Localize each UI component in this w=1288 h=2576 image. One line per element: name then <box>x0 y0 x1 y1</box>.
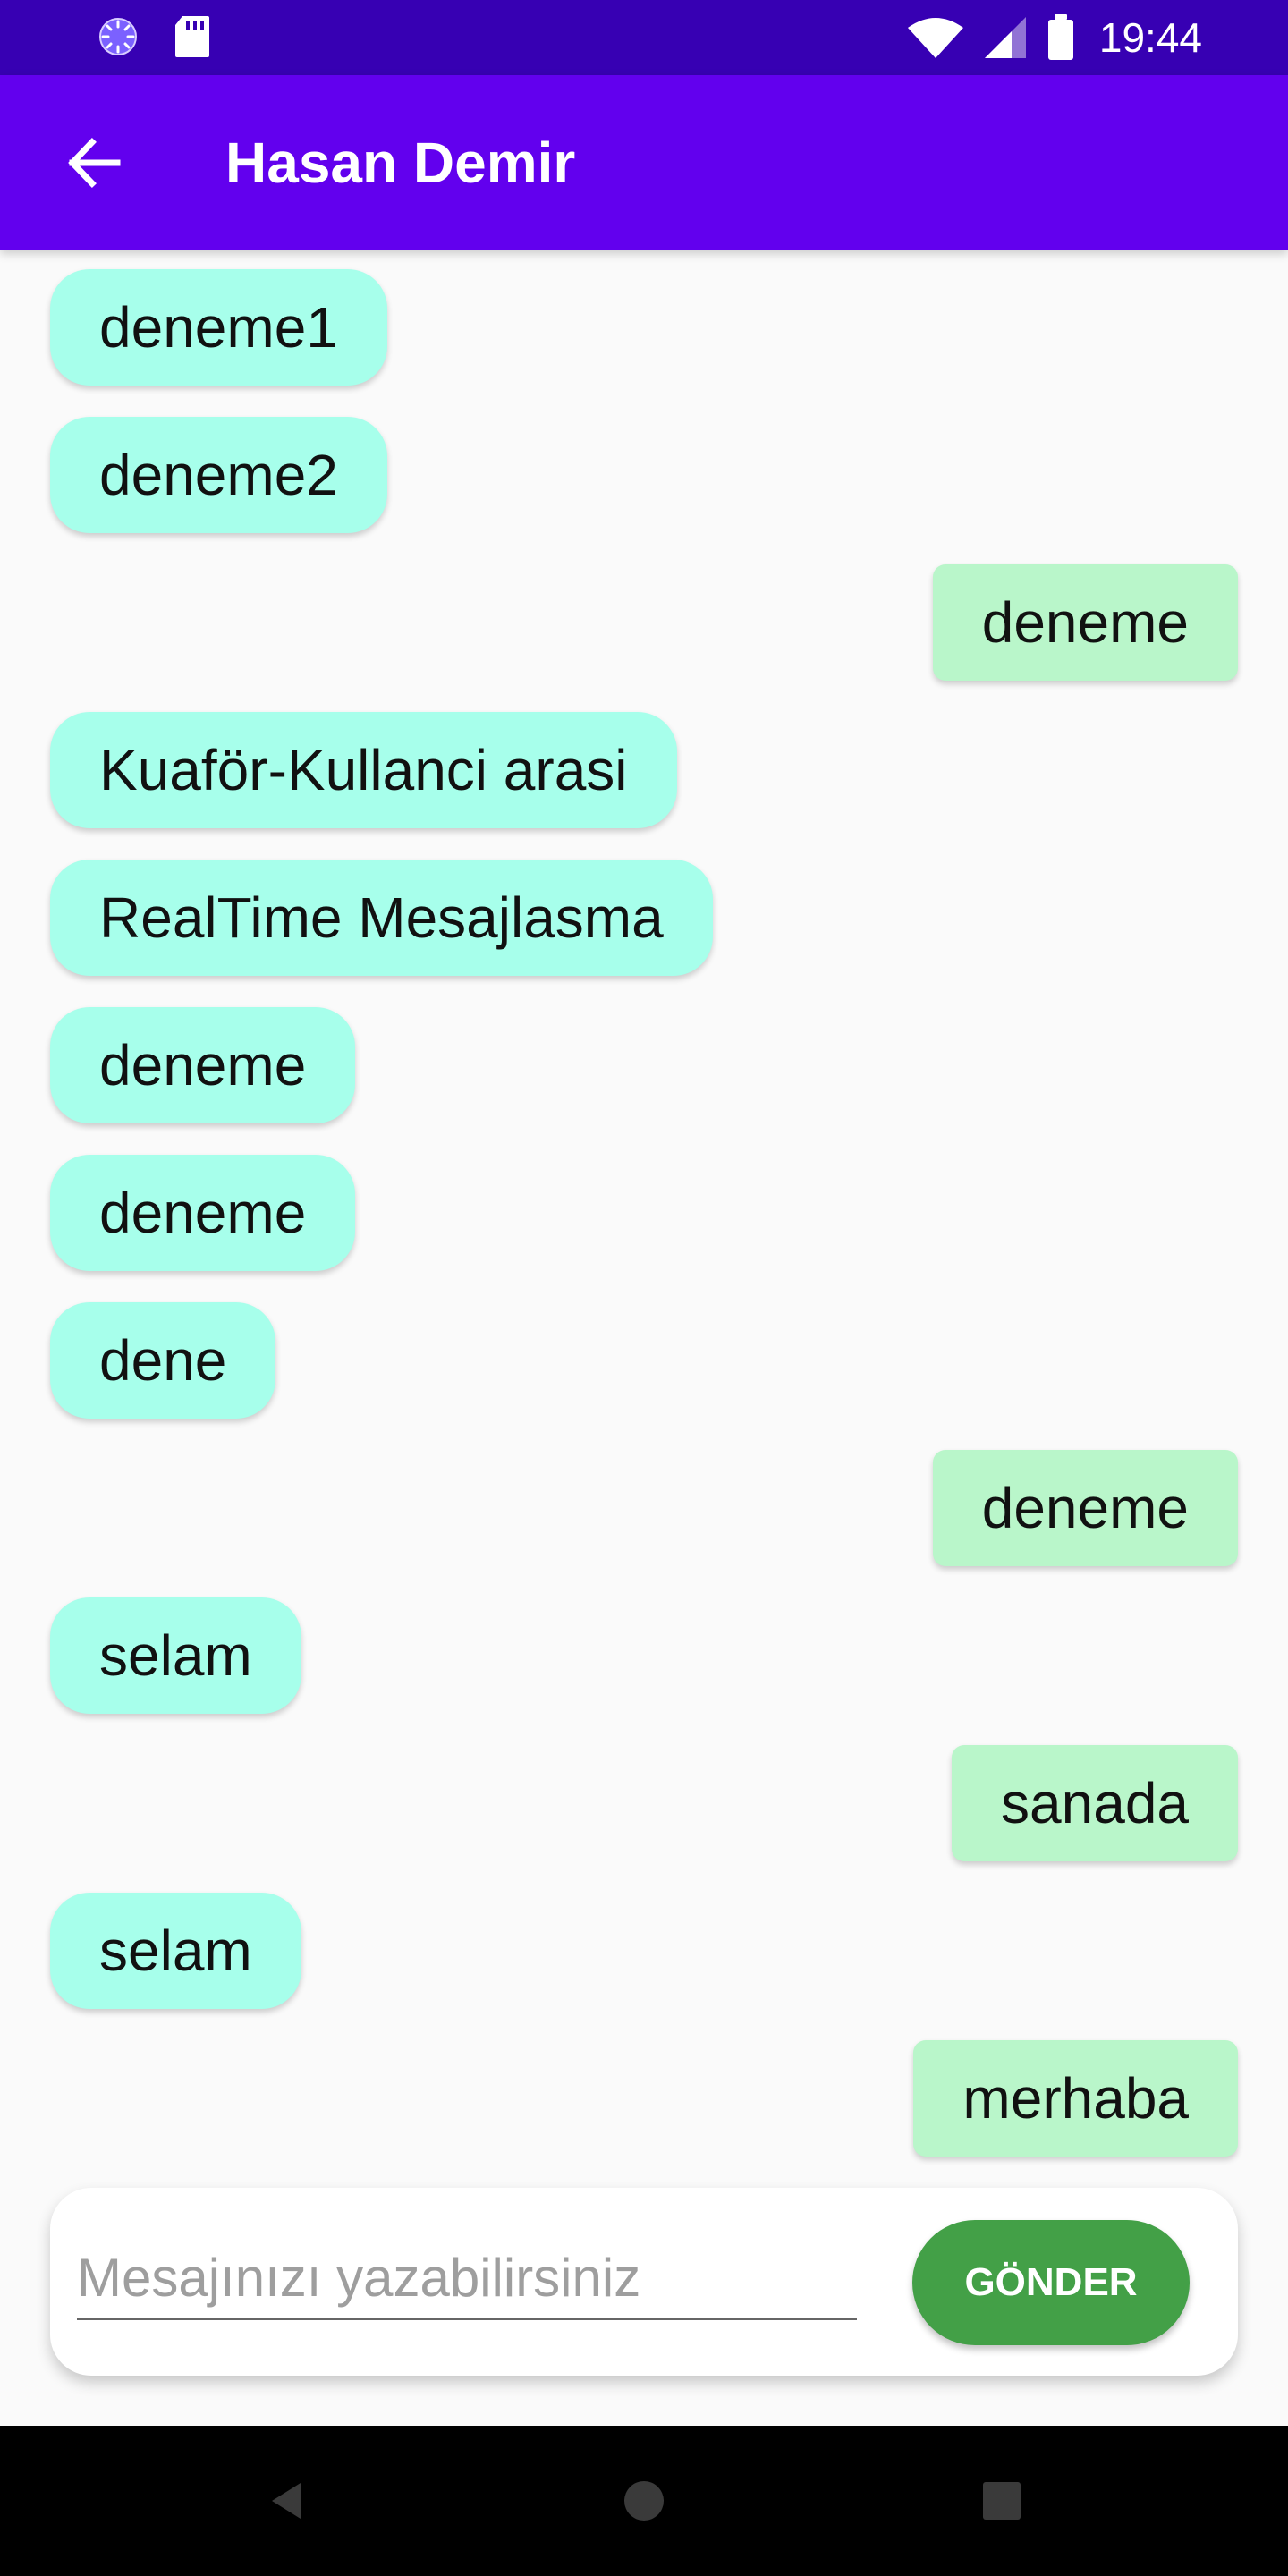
home-nav-button[interactable] <box>612 2469 676 2533</box>
send-button[interactable]: GÖNDER <box>912 2220 1190 2345</box>
message-row: deneme2 <box>0 417 1288 533</box>
sd-card-icon <box>174 14 211 59</box>
incoming-message-bubble: RealTime Mesajlasma <box>50 860 713 976</box>
system-navigation-bar <box>0 2426 1288 2576</box>
back-triangle-icon <box>265 2479 308 2522</box>
message-row: RealTime Mesajlasma <box>0 860 1288 976</box>
message-row: deneme <box>0 564 1288 681</box>
message-row: dene <box>0 1302 1288 1419</box>
message-row: selam <box>0 1597 1288 1714</box>
loading-icon <box>97 15 140 58</box>
status-right-icons: 19:44 <box>906 11 1202 64</box>
incoming-message-bubble: selam <box>50 1597 301 1714</box>
message-row: deneme1 <box>0 269 1288 386</box>
battery-icon <box>1046 13 1076 62</box>
outgoing-message-bubble: deneme <box>932 564 1238 681</box>
message-row: deneme <box>0 1450 1288 1566</box>
message-row: deneme <box>0 1155 1288 1271</box>
arrow-back-icon <box>65 135 121 191</box>
outgoing-message-bubble: merhaba <box>913 2040 1238 2157</box>
message-input[interactable] <box>77 2238 857 2320</box>
status-time: 19:44 <box>1098 14 1202 61</box>
incoming-message-bubble: selam <box>50 1893 301 2009</box>
home-circle-icon <box>623 2479 665 2522</box>
chat-screen: 19:44 Hasan Demir deneme1 deneme2 deneme… <box>0 0 1288 2576</box>
incoming-message-bubble: deneme1 <box>50 269 387 386</box>
outgoing-message-bubble: deneme <box>932 1450 1238 1566</box>
incoming-message-bubble: deneme <box>50 1007 356 1123</box>
message-list[interactable]: deneme1 deneme2 deneme Kuaför-Kullanci a… <box>0 252 1288 2181</box>
app-bar: Hasan Demir <box>0 75 1288 250</box>
back-nav-button[interactable] <box>254 2469 318 2533</box>
message-row: selam <box>0 1893 1288 2009</box>
status-bar: 19:44 <box>0 0 1288 75</box>
cellular-signal-icon <box>981 13 1030 62</box>
incoming-message-bubble: deneme2 <box>50 417 387 533</box>
incoming-message-bubble: Kuaför-Kullanci arasi <box>50 712 677 828</box>
message-row: sanada <box>0 1745 1288 1861</box>
status-left-icons <box>97 14 211 59</box>
message-row: Kuaför-Kullanci arasi <box>0 712 1288 828</box>
page-title: Hasan Demir <box>225 131 576 195</box>
message-row: merhaba <box>0 2040 1288 2157</box>
message-composer: GÖNDER <box>50 2188 1238 2376</box>
wifi-icon <box>906 15 965 60</box>
back-button[interactable] <box>50 120 136 206</box>
outgoing-message-bubble: sanada <box>952 1745 1238 1861</box>
recents-square-icon <box>980 2479 1023 2522</box>
message-row: deneme <box>0 1007 1288 1123</box>
incoming-message-bubble: dene <box>50 1302 276 1419</box>
recents-nav-button[interactable] <box>970 2469 1034 2533</box>
incoming-message-bubble: deneme <box>50 1155 356 1271</box>
